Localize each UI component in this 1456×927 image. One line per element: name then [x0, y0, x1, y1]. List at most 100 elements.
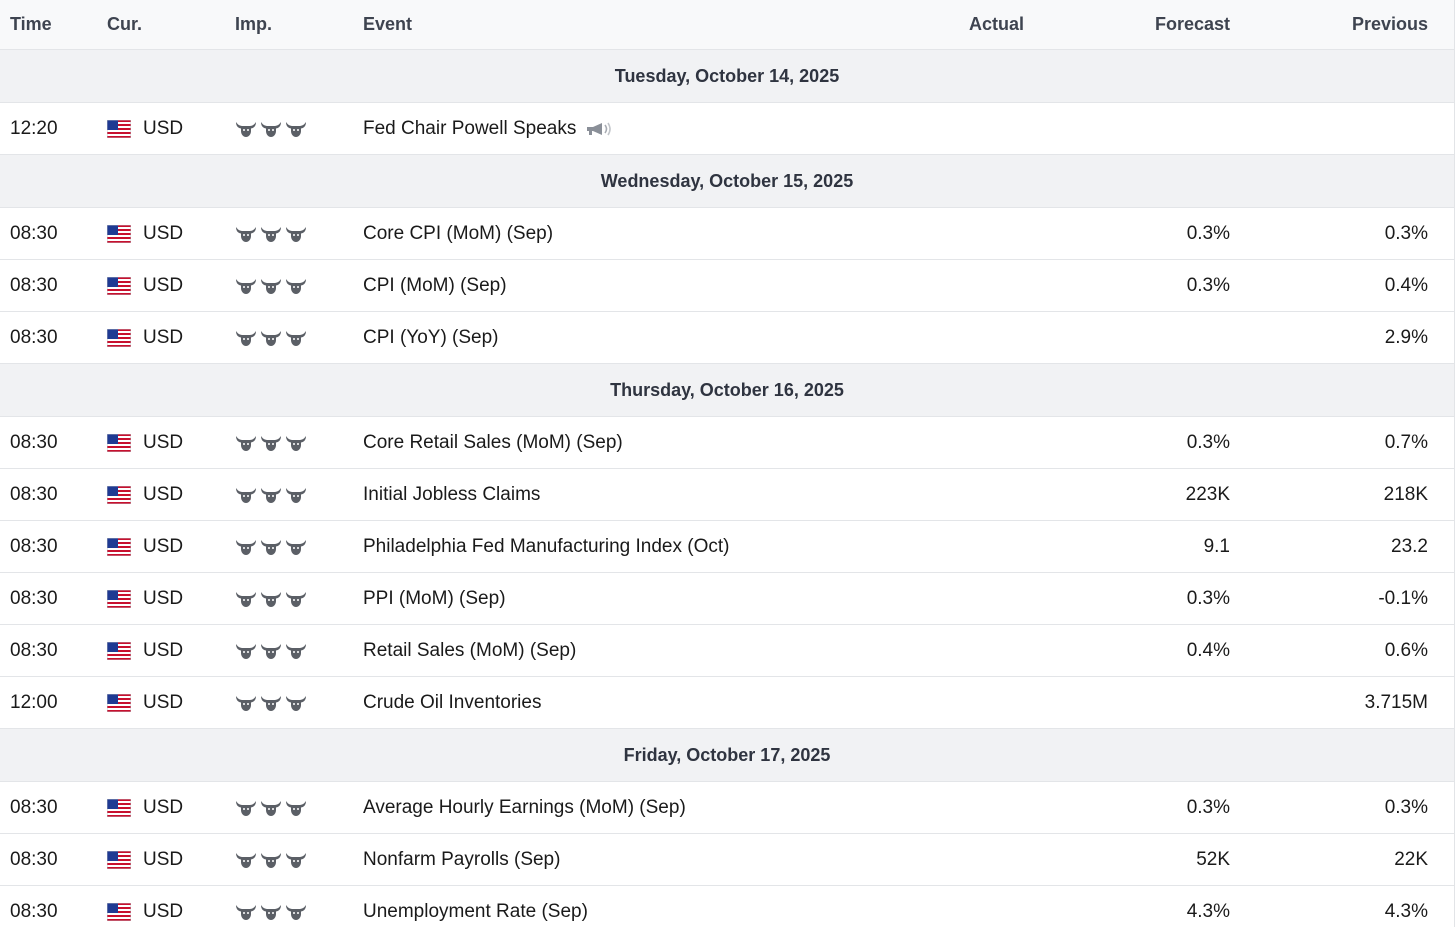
table-row[interactable]: 08:30 USD Initial Jobless Claims 223K 218K: [0, 469, 1454, 521]
bull-icon: [260, 276, 282, 296]
currency-code: USD: [143, 535, 184, 557]
importance-rating: [235, 417, 310, 468]
importance-rating: [235, 782, 310, 833]
event-time: 08:30: [10, 900, 58, 922]
bull-icon: [260, 850, 282, 870]
event-time: 08:30: [10, 848, 58, 870]
event-link[interactable]: Philadelphia Fed Manufacturing Index (Oc…: [363, 536, 729, 558]
table-row[interactable]: 12:20 USD Fed Chair Powell Speaks: [0, 103, 1454, 155]
header-importance[interactable]: Imp.: [235, 0, 272, 49]
table-header: Time Cur. Imp. Event Actual Forecast Pre…: [0, 0, 1454, 50]
header-actual[interactable]: Actual: [969, 0, 1024, 49]
table-row[interactable]: 08:30 USD CPI (MoM) (Sep) 0.3% 0.4%: [0, 260, 1454, 312]
previous-value: 22K: [1394, 848, 1428, 870]
importance-rating: [235, 677, 310, 728]
bull-icon: [285, 433, 307, 453]
bull-icon: [285, 119, 307, 139]
bull-icon: [285, 276, 307, 296]
table-row[interactable]: 08:30 USD CPI (YoY) (Sep) 2.9%: [0, 312, 1454, 364]
currency-cell: USD: [106, 208, 183, 259]
table-row[interactable]: 08:30 USD PPI (MoM) (Sep) 0.3% -0.1%: [0, 573, 1454, 625]
importance-rating: [235, 886, 310, 927]
bull-icon: [285, 641, 307, 661]
event-link[interactable]: Initial Jobless Claims: [363, 484, 540, 506]
importance-rating: [235, 260, 310, 311]
bull-icon: [285, 589, 307, 609]
table-row[interactable]: 08:30 USD Average Hourly Earnings (MoM) (S…: [0, 782, 1454, 834]
table-row[interactable]: 08:30 USD Philadelphia Fed Manufacturing I…: [0, 521, 1454, 573]
header-previous[interactable]: Previous: [1352, 0, 1428, 49]
header-time[interactable]: Time: [10, 0, 52, 49]
event-cell: Core Retail Sales (MoM) (Sep): [363, 417, 623, 468]
day-header: Tuesday, October 14, 2025: [0, 50, 1454, 103]
event-cell: Unemployment Rate (Sep): [363, 886, 588, 927]
event-link[interactable]: Unemployment Rate (Sep): [363, 901, 588, 923]
forecast-value: 0.4%: [1186, 639, 1230, 661]
table-row[interactable]: 08:30 USD Retail Sales (MoM) (Sep) 0.4% 0.6%: [0, 625, 1454, 677]
event-link[interactable]: Fed Chair Powell Speaks: [363, 118, 576, 140]
currency-cell: USD: [106, 625, 183, 676]
event-time: 08:30: [10, 326, 58, 348]
bull-icon: [235, 485, 257, 505]
event-time: 08:30: [10, 431, 58, 453]
bull-icon: [235, 902, 257, 922]
us-flag-icon: [106, 433, 132, 452]
us-flag-icon: [106, 641, 132, 660]
us-flag-icon: [106, 328, 132, 347]
event-link[interactable]: Core Retail Sales (MoM) (Sep): [363, 432, 623, 454]
event-time: 08:30: [10, 796, 58, 818]
importance-rating: [235, 469, 310, 520]
previous-value: 3.715M: [1364, 691, 1428, 713]
table-row[interactable]: 08:30 USD Core Retail Sales (MoM) (Sep) 0.3…: [0, 417, 1454, 469]
header-event[interactable]: Event: [363, 0, 412, 49]
event-link[interactable]: CPI (YoY) (Sep): [363, 327, 499, 349]
event-link[interactable]: Crude Oil Inventories: [363, 692, 541, 714]
header-forecast[interactable]: Forecast: [1155, 0, 1230, 49]
event-time: 08:30: [10, 483, 58, 505]
event-link[interactable]: CPI (MoM) (Sep): [363, 275, 507, 297]
currency-cell: USD: [106, 886, 184, 927]
currency-code: USD: [143, 691, 184, 713]
table-row[interactable]: 12:00 USD Crude Oil Inventories 3.715M: [0, 677, 1454, 729]
bull-icon: [260, 641, 282, 661]
previous-value: 4.3%: [1384, 900, 1428, 922]
previous-value: 0.3%: [1384, 222, 1428, 244]
bull-icon: [260, 537, 282, 557]
table-row[interactable]: 08:30 USD Unemployment Rate (Sep) 4.3% 4.3%: [0, 886, 1454, 927]
event-link[interactable]: Nonfarm Payrolls (Sep): [363, 849, 560, 871]
bull-icon: [260, 433, 282, 453]
bull-icon: [285, 537, 307, 557]
forecast-value: 4.3%: [1186, 900, 1230, 922]
forecast-value: 223K: [1185, 483, 1230, 505]
bull-icon: [235, 641, 257, 661]
event-link[interactable]: Core CPI (MoM) (Sep): [363, 223, 553, 245]
currency-cell: USD: [106, 834, 183, 885]
importance-rating: [235, 208, 310, 259]
currency-cell: USD: [106, 521, 184, 572]
currency-cell: USD: [106, 103, 183, 154]
currency-code: USD: [143, 326, 184, 348]
event-link[interactable]: PPI (MoM) (Sep): [363, 588, 506, 610]
speech-icon: [585, 120, 615, 138]
event-link[interactable]: Average Hourly Earnings (MoM) (Sep): [363, 797, 686, 819]
us-flag-icon: [106, 485, 132, 504]
importance-rating: [235, 521, 310, 572]
table-row[interactable]: 08:30 USD Core CPI (MoM) (Sep) 0.3% 0.3%: [0, 208, 1454, 260]
day-header: Thursday, October 16, 2025: [0, 364, 1454, 417]
bull-icon: [235, 224, 257, 244]
event-time: 08:30: [10, 222, 58, 244]
importance-rating: [235, 573, 310, 624]
us-flag-icon: [106, 693, 132, 712]
importance-rating: [235, 103, 310, 154]
us-flag-icon: [106, 537, 132, 556]
currency-code: USD: [143, 900, 184, 922]
bull-icon: [235, 850, 257, 870]
event-link[interactable]: Retail Sales (MoM) (Sep): [363, 640, 576, 662]
currency-cell: USD: [106, 260, 183, 311]
day-header: Friday, October 17, 2025: [0, 729, 1454, 782]
header-currency[interactable]: Cur.: [107, 0, 142, 49]
event-time: 08:30: [10, 587, 58, 609]
bull-icon: [285, 693, 307, 713]
us-flag-icon: [106, 589, 132, 608]
table-row[interactable]: 08:30 USD Nonfarm Payrolls (Sep) 52K 22K: [0, 834, 1454, 886]
